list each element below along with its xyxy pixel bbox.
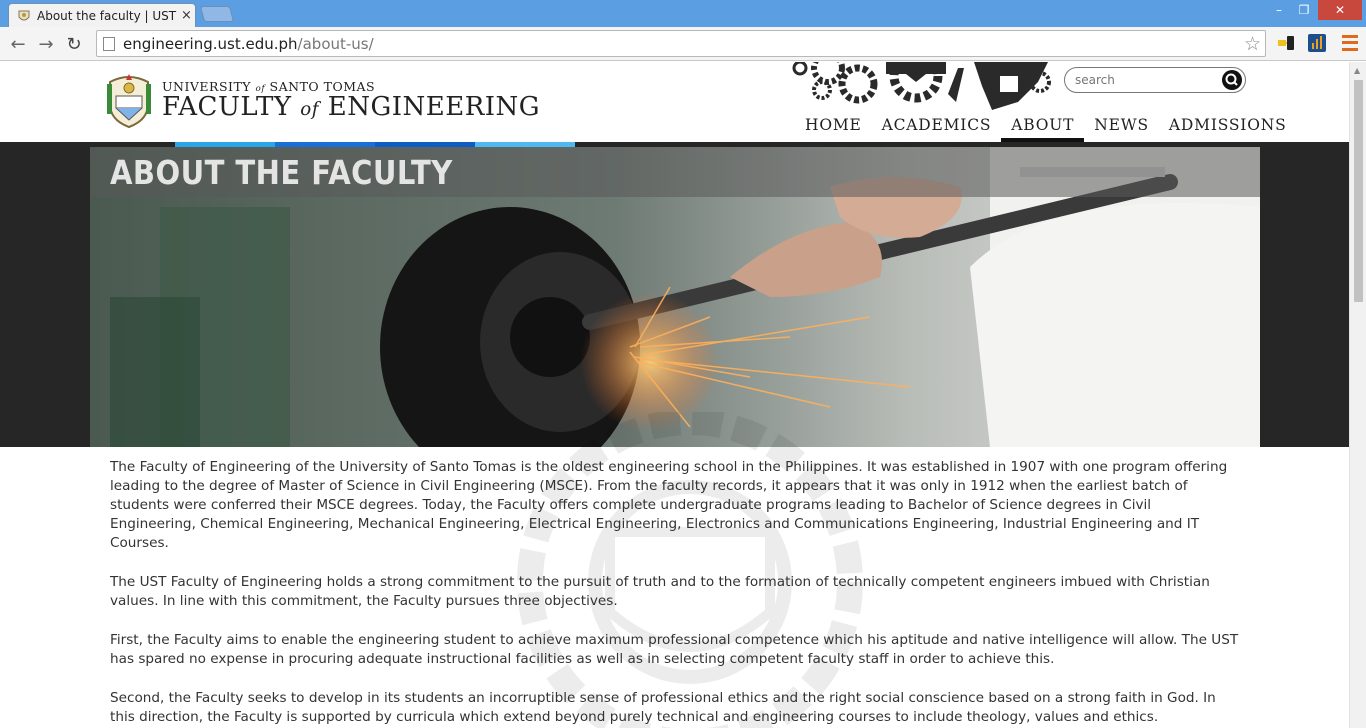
about-content: The Faculty of Engineering of the Univer…: [110, 458, 1240, 728]
address-bar[interactable]: engineering.ust.edu.ph/about-us/ ☆: [96, 30, 1266, 57]
maximize-button[interactable]: ❐: [1293, 0, 1315, 20]
minimize-button[interactable]: –: [1268, 0, 1290, 20]
page-viewport: UNIVERSITY of SANTO TOMAS FACULTY of ENG…: [0, 62, 1349, 728]
search-icon: [1225, 73, 1238, 86]
page-title: ABOUT THE FACULTY: [110, 153, 453, 192]
about-paragraph: Second, the Faculty seeks to develop in …: [110, 690, 1216, 725]
scroll-up-icon[interactable]: ▲: [1354, 66, 1360, 75]
site-header: UNIVERSITY of SANTO TOMAS FACULTY of ENG…: [0, 62, 1349, 142]
browser-menu-button[interactable]: [1342, 33, 1358, 53]
extension-analytics-icon[interactable]: [1307, 33, 1327, 53]
close-window-button[interactable]: ✕: [1318, 0, 1362, 20]
search-button[interactable]: [1222, 70, 1242, 90]
bookmark-star-icon[interactable]: ☆: [1244, 33, 1261, 55]
nav-about[interactable]: ABOUT: [1001, 112, 1085, 142]
nav-news[interactable]: NEWS: [1084, 112, 1159, 142]
main-nav: HOME ACADEMICS ABOUT NEWS ADMISSIONS: [795, 112, 1297, 142]
about-paragraph: The Faculty of Engineering of the Univer…: [110, 459, 1228, 551]
back-button[interactable]: ←: [6, 32, 30, 56]
logo-faculty-name[interactable]: FACULTY of ENGINEERING: [162, 92, 540, 122]
logo-faculty-pre: FACULTY: [162, 92, 301, 122]
new-tab-button[interactable]: [199, 6, 235, 22]
browser-toolbar: ← → ↻ engineering.ust.edu.ph/about-us/ ☆: [0, 27, 1366, 61]
gears-decoration-icon: [792, 62, 1051, 110]
ust-crest-logo[interactable]: [104, 70, 154, 128]
nav-admissions[interactable]: ADMISSIONS: [1159, 112, 1297, 142]
browser-tab[interactable]: About the faculty | UST - F ×: [8, 3, 196, 27]
tab-title: About the faculty | UST - F: [37, 8, 177, 23]
search-input[interactable]: [1075, 71, 1215, 89]
nav-home[interactable]: HOME: [795, 112, 872, 142]
page-icon: [103, 36, 115, 51]
reload-button[interactable]: ↻: [62, 32, 86, 56]
logo-faculty-of: of: [300, 99, 319, 120]
tab-close-icon[interactable]: ×: [181, 8, 192, 23]
logo-faculty-post: ENGINEERING: [318, 92, 541, 122]
extension-key-icon[interactable]: [1276, 33, 1296, 53]
about-paragraph: The UST Faculty of Engineering holds a s…: [110, 574, 1210, 609]
hero-banner: ABOUT THE FACULTY: [90, 147, 1260, 447]
about-paragraph: First, the Faculty aims to enable the en…: [110, 632, 1239, 667]
browser-titlebar: About the faculty | UST - F × – ❐ ✕: [0, 0, 1366, 27]
scroll-thumb[interactable]: [1354, 80, 1363, 302]
ust-favicon-icon: [18, 10, 30, 20]
url-path: /about-us/: [297, 34, 374, 53]
page-scrollbar[interactable]: ▲: [1349, 62, 1366, 728]
nav-academics[interactable]: ACADEMICS: [872, 112, 1002, 142]
forward-button[interactable]: →: [34, 32, 58, 56]
search-box: [1064, 67, 1246, 93]
url-host: engineering.ust.edu.ph: [123, 34, 298, 53]
